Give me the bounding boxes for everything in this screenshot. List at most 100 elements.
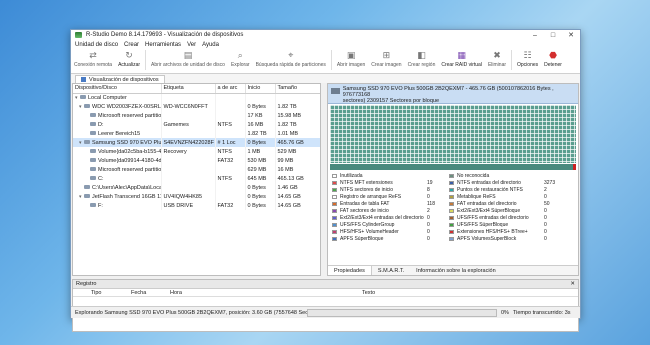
device-tree-panel: Dispositivo/Disco Etiqueta a de arc Inic… (72, 83, 321, 276)
sector-map[interactable] (330, 105, 576, 163)
legend-item: NTFS sectores de inicio (332, 187, 427, 193)
device-size (275, 93, 320, 102)
partition-icon (90, 176, 96, 181)
device-start: 0 Bytes (245, 102, 276, 111)
tab-properties[interactable]: Propiedades (328, 266, 372, 275)
log-col-type[interactable]: Tipo (73, 290, 117, 296)
disk-icon (331, 88, 340, 94)
log-col-text[interactable]: Texto (362, 290, 375, 296)
partition-icon (90, 158, 96, 163)
panel-tabs: Propiedades S.M.A.R.T. Información sobre… (328, 265, 578, 275)
menu-create[interactable]: Crear (124, 42, 139, 48)
legend-swatch (332, 188, 337, 192)
legend-item: Extensiones HFS/HFS+ BTree+ (449, 229, 544, 235)
device-fs (215, 183, 246, 192)
device-start: 0 Bytes (245, 201, 276, 210)
legend-count: 0 (427, 194, 430, 200)
device-size: 465.13 GB (275, 174, 320, 183)
device-row[interactable]: Volume{da02c5ba-b155-4e Recovery NTFS 1 MB 5… (73, 147, 320, 156)
legend-item: UFS/FFS CylinderGroup (332, 222, 427, 228)
device-row[interactable]: Microsoft reserved partition 629 MB 16 MB (73, 165, 320, 174)
device-fs (215, 129, 246, 138)
device-size: 1.46 GB (275, 183, 320, 192)
close-icon[interactable]: ✕ (562, 30, 580, 40)
device-row[interactable]: Microsoft reserved partition 17 KB 15.98 M… (73, 111, 320, 120)
col-size[interactable]: Tamaño (275, 84, 320, 94)
legend-swatch (332, 230, 337, 234)
legend-label: FAT entradas del directorio (457, 201, 517, 207)
legend-count: 0 (544, 229, 547, 235)
menu-view[interactable]: Ver (187, 42, 196, 48)
device-row[interactable]: ▾ Local Computer (73, 93, 320, 102)
device-name: C: (98, 175, 104, 182)
toolbar: ⇄ Conexión remota ↻ Actualizar ▤ Abrir archiv… (71, 49, 580, 74)
device-size: 15.98 MB (275, 111, 320, 120)
device-row[interactable]: Leerer Bereich15 1.82 TB 1.01 MB (73, 129, 320, 138)
tab-scan-info[interactable]: Información sobre la exploración (410, 266, 502, 275)
col-label[interactable]: Etiqueta (161, 84, 216, 94)
device-row[interactable]: ▾WDC WD2003FZEX-00SRLA0 01.01A01WD-WCC6N… (73, 102, 320, 111)
stop-icon: ⬣ (549, 49, 557, 60)
legend-label: FAT sectores de inicio (340, 208, 389, 214)
quick-search-button[interactable]: ⌖ Búsqueda rápida de particiones (253, 50, 329, 69)
device-row[interactable]: D: Gamemes NTFS 16 MB 1.82 TB (73, 120, 320, 129)
main-area: Dispositivo/Disco Etiqueta a de arc Inic… (71, 83, 580, 276)
toolbar-label: Eliminar (487, 62, 507, 68)
tab-device-view[interactable]: Visualización de dispositivos (75, 75, 165, 83)
stop-button[interactable]: ⬣ Detener (541, 49, 565, 69)
device-row[interactable]: F: USB DRIVE FAT32 0 Bytes 14.65 GB (73, 201, 320, 210)
col-device[interactable]: Dispositivo/Disco (73, 84, 162, 94)
maximize-icon[interactable]: □ (544, 30, 562, 40)
toolbar-label: Actualizar (118, 62, 141, 68)
legend-count: 0 (544, 194, 547, 200)
device-row[interactable]: Volume{da09914-4180-4d4 FAT32 530 MB 99 MB (73, 156, 320, 165)
device-fs: NTFS (215, 120, 246, 129)
device-row[interactable]: ▾Samsung SSD 970 EVO Plus 500GBS4EVNZFN4… (73, 138, 320, 147)
device-row[interactable]: C:\Users\Alec\AppData\Local... 0 Bytes 1.4… (73, 183, 320, 192)
options-button[interactable]: ☷ Opciones (514, 49, 541, 69)
legend-label: APFS SúperBloque (340, 236, 384, 242)
legend-label: Metablique ReFS (457, 194, 496, 200)
log-col-time[interactable]: Hora (162, 290, 362, 296)
remote-button[interactable]: ⇄ Conexión remota (71, 50, 115, 69)
delete-icon: ✖ (493, 49, 501, 60)
delete-button[interactable]: ✖ Eliminar (485, 49, 509, 69)
partition-icon (90, 113, 96, 118)
device-size: 1.82 TB (275, 120, 320, 129)
legend-item: Ext2/Ext3/Ext4 entradas del directorio (332, 215, 427, 221)
device-row[interactable]: ▾JetFlash Transcend 16GB 1100UV4IQW4HK85… (73, 192, 320, 201)
legend-swatch (332, 195, 337, 199)
refresh-button[interactable]: ↻ Actualizar (115, 50, 143, 69)
open-image-button[interactable]: ▣ Abrir imagen (334, 50, 368, 69)
toolbar-separator (145, 50, 147, 70)
create-image-button[interactable]: ⊞ Crear imagen (368, 50, 404, 69)
log-col-date[interactable]: Fecha (117, 290, 162, 296)
partition-icon (90, 203, 96, 208)
menu-disk[interactable]: Unidad de disco (75, 42, 118, 48)
device-row[interactable]: C: NTFS 645 MB 465.13 GB (73, 174, 320, 183)
raid-button[interactable]: ▦ Crear RAID virtual (438, 50, 485, 69)
device-name: Samsung SSD 970 EVO Plus 500GB (92, 139, 160, 146)
scan-button[interactable]: ⌕ Explorar (228, 50, 253, 69)
elapsed-time: Tiempo transcurrido: 3s (512, 309, 571, 316)
device-label: Gamemes (161, 120, 216, 129)
options-icon: ☷ (523, 49, 532, 60)
device-name: Volume{da02c5ba-b155-4e (98, 148, 161, 155)
menu-help[interactable]: Ayuda (202, 42, 219, 48)
legend-item: NTFS entradas del directorio (449, 180, 544, 186)
legend-item: Puntos de restauración NTFS (449, 187, 544, 193)
menu-tools[interactable]: Herramientas (145, 42, 181, 48)
disk-icon (84, 185, 90, 190)
col-start[interactable]: Inicio (245, 84, 276, 94)
col-fs[interactable]: a de arc (215, 84, 246, 94)
disk-icon (84, 104, 90, 109)
tab-smart[interactable]: S.M.A.R.T. (372, 266, 410, 275)
device-start (245, 93, 276, 102)
open-files-button[interactable]: ▤ Abrir archivos de unidad de disco (148, 50, 228, 69)
device-start: 530 MB (245, 156, 276, 165)
disk-info-line1: Samsung SSD 970 EVO Plus 500GB 2B2QEXM7 … (342, 86, 554, 98)
create-region-button[interactable]: ◧ Crear región (405, 50, 439, 69)
minimize-icon[interactable]: – (526, 30, 544, 40)
log-close-icon[interactable]: ✕ (570, 281, 578, 287)
device-label (161, 174, 216, 183)
